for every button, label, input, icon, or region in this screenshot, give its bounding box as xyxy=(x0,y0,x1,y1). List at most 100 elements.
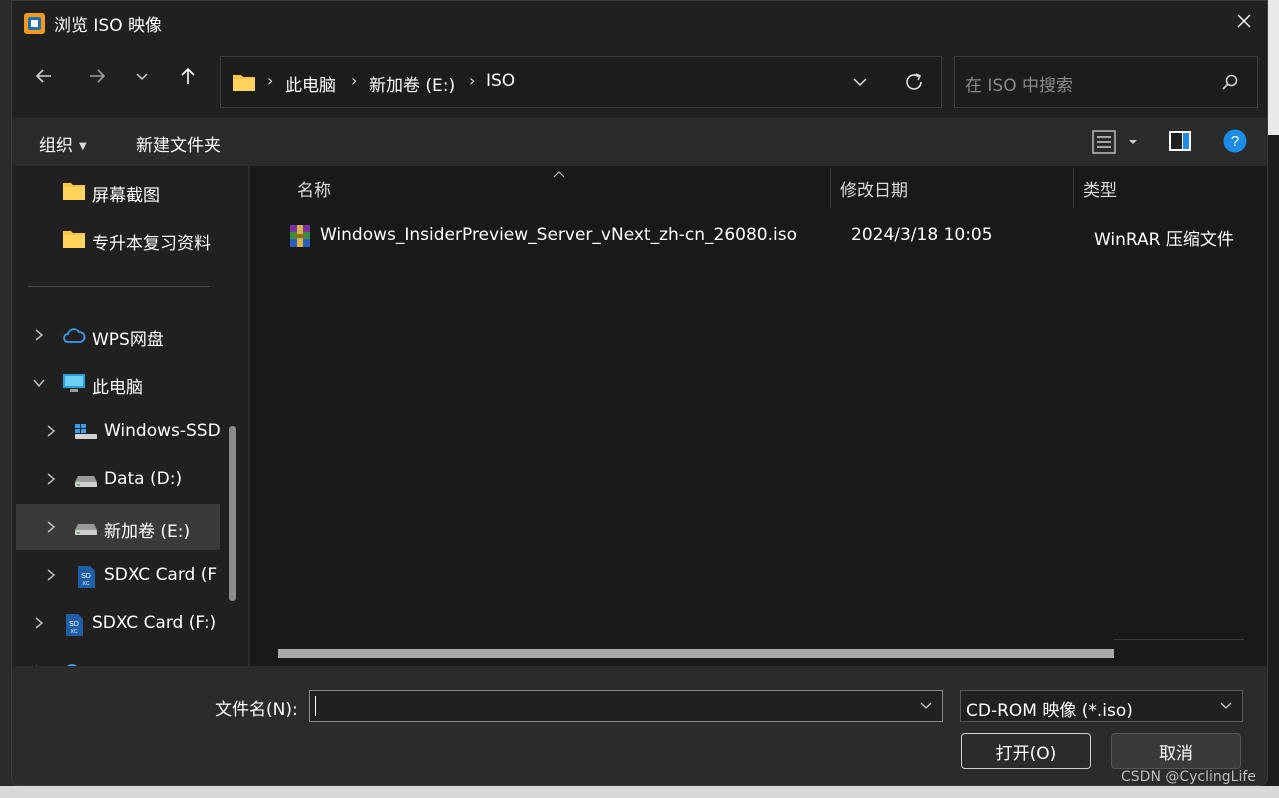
cloud-icon xyxy=(62,325,86,345)
text-cursor xyxy=(315,696,316,716)
refresh-icon[interactable] xyxy=(901,69,927,95)
file-row[interactable]: Windows_InsiderPreview_Server_vNext_zh-c… xyxy=(270,216,1260,258)
breadcrumb-separator: › xyxy=(469,71,476,90)
sidebar-item-sdxc-card-nested[interactable]: SD XC SDXC Card (F xyxy=(16,552,220,598)
folder-icon xyxy=(232,72,256,97)
navigation-pane: 屏幕截图 专升本复习资料 WPS网盘 此电脑 Windows-SSD Data … xyxy=(12,166,248,666)
chevron-down-icon[interactable] xyxy=(918,697,934,718)
folder-icon xyxy=(62,229,85,249)
sidebar-divider xyxy=(28,286,210,287)
breadcrumb-separator: › xyxy=(351,71,358,90)
file-name: Windows_InsiderPreview_Server_vNext_zh-c… xyxy=(320,225,797,245)
caret-down-icon: ▼ xyxy=(79,140,87,152)
column-header-name[interactable]: 名称 xyxy=(297,176,331,201)
file-list: 名称 修改日期 类型 Windows_InsiderPreview_Server… xyxy=(250,166,1267,666)
sidebar-item-network[interactable]: 网络 xyxy=(16,648,220,666)
winrar-archive-icon xyxy=(288,224,312,253)
search-icon xyxy=(1221,73,1239,96)
folder-icon xyxy=(62,181,85,201)
sd-card-icon: SD XC xyxy=(76,565,98,588)
new-folder-button[interactable]: 新建文件夹 xyxy=(136,131,221,156)
breadcrumb-this-pc[interactable]: 此电脑 xyxy=(285,71,336,96)
open-button[interactable]: 打开(O) xyxy=(961,733,1091,769)
svg-text:?: ? xyxy=(1231,133,1239,150)
chevron-right-icon[interactable] xyxy=(44,471,58,485)
sort-ascending-icon xyxy=(552,166,566,184)
dialog-footer: 文件名(N): CD-ROM 映像 (*.iso) 打开(O) 取消 xyxy=(12,666,1267,785)
file-dialog: 浏览 ISO 映像 › 此电脑 › 新加卷 (E:) › ISO 在 ISO 中… xyxy=(11,0,1268,786)
svg-text:SD: SD xyxy=(69,621,79,628)
close-button[interactable] xyxy=(1221,1,1267,46)
svg-text:XC: XC xyxy=(71,629,78,635)
address-history-chevron-icon[interactable] xyxy=(847,69,873,95)
arrow-up-icon xyxy=(178,66,198,91)
recent-locations-button[interactable] xyxy=(124,60,160,96)
chevron-right-icon[interactable] xyxy=(32,327,46,341)
close-icon xyxy=(1236,13,1252,34)
chevron-down-icon xyxy=(134,68,150,89)
chevron-down-icon[interactable] xyxy=(32,375,46,389)
drive-icon xyxy=(74,469,97,489)
organize-label: 组织 xyxy=(39,136,73,156)
preview-pane-icon xyxy=(1168,131,1192,158)
svg-text:XC: XC xyxy=(83,581,90,587)
column-header-type[interactable]: 类型 xyxy=(1083,176,1117,201)
background-window-edge xyxy=(1268,0,1279,135)
arrow-left-icon xyxy=(34,66,54,91)
cancel-button[interactable]: 取消 xyxy=(1111,733,1241,769)
breadcrumb-drive-e[interactable]: 新加卷 (E:) xyxy=(369,71,455,96)
sidebar-scrollbar[interactable] xyxy=(229,426,236,601)
filename-input[interactable] xyxy=(309,690,943,722)
sidebar-item-label: SDXC Card (F xyxy=(104,565,218,585)
sidebar-item-sdxc-card-f[interactable]: SD XC SDXC Card (F:) xyxy=(16,600,220,646)
sidebar-item-wps-cloud[interactable]: WPS网盘 xyxy=(16,312,220,358)
sidebar-item-label: 新加卷 (E:) xyxy=(104,522,191,542)
sidebar-item-windows-ssd[interactable]: Windows-SSD xyxy=(16,408,220,454)
sidebar-item-study-materials[interactable]: 专升本复习资料 xyxy=(16,216,220,262)
preview-pane-button[interactable] xyxy=(1168,129,1192,158)
sidebar-item-screenshots[interactable]: 屏幕截图 xyxy=(16,168,220,214)
address-bar[interactable]: › 此电脑 › 新加卷 (E:) › ISO xyxy=(220,56,942,108)
help-icon: ? xyxy=(1223,129,1247,158)
windows-drive-icon xyxy=(74,421,97,441)
help-button[interactable]: ? xyxy=(1223,129,1247,158)
column-separator[interactable] xyxy=(1073,168,1074,208)
watermark-text: CSDN @CyclingLife xyxy=(1121,769,1256,785)
column-header-date[interactable]: 修改日期 xyxy=(840,176,908,201)
sidebar-item-label: Windows-SSD xyxy=(104,421,220,441)
sidebar-item-label: 此电脑 xyxy=(92,378,143,398)
organize-menu-button[interactable]: 组织 ▼ xyxy=(39,131,87,156)
search-box[interactable]: 在 ISO 中搜索 xyxy=(954,56,1258,108)
chevron-right-icon[interactable] xyxy=(32,615,46,629)
computer-icon xyxy=(62,373,85,393)
view-options-button[interactable] xyxy=(1092,129,1138,160)
filetype-select[interactable]: CD-ROM 映像 (*.iso) xyxy=(960,690,1243,722)
sidebar-item-label: SDXC Card (F:) xyxy=(92,613,217,633)
breadcrumb-iso[interactable]: ISO xyxy=(486,71,515,91)
back-button[interactable] xyxy=(26,60,62,96)
sidebar-item-label: WPS网盘 xyxy=(92,330,164,350)
sidebar-item-label: 专升本复习资料 xyxy=(92,234,211,254)
chevron-right-icon[interactable] xyxy=(44,423,58,437)
details-view-icon xyxy=(1092,130,1138,160)
horizontal-scrollbar[interactable] xyxy=(278,649,1114,658)
chevron-right-icon[interactable] xyxy=(44,567,58,581)
column-separator[interactable] xyxy=(830,168,831,208)
sidebar-item-this-pc[interactable]: 此电脑 xyxy=(16,360,220,406)
command-bar: 组织 ▼ 新建文件夹 ? xyxy=(12,118,1267,166)
up-button[interactable] xyxy=(170,60,206,96)
forward-button[interactable] xyxy=(79,60,115,96)
title-bar: 浏览 ISO 映像 xyxy=(12,1,1267,46)
sidebar-item-data-d[interactable]: Data (D:) xyxy=(16,456,220,502)
chevron-right-icon[interactable] xyxy=(44,519,58,533)
sidebar-item-new-volume-e[interactable]: 新加卷 (E:) xyxy=(16,504,220,550)
sidebar-item-label: 屏幕截图 xyxy=(92,186,160,206)
search-placeholder: 在 ISO 中搜索 xyxy=(965,76,1073,96)
sd-card-icon: SD XC xyxy=(64,613,86,636)
file-date: 2024/3/18 10:05 xyxy=(851,225,993,245)
chevron-down-icon xyxy=(1218,697,1234,718)
horizontal-scroll-track xyxy=(1114,639,1244,640)
virtualbox-app-icon xyxy=(23,12,46,35)
file-type: WinRAR 压缩文件 xyxy=(1094,230,1234,250)
breadcrumb-separator: › xyxy=(267,71,274,90)
